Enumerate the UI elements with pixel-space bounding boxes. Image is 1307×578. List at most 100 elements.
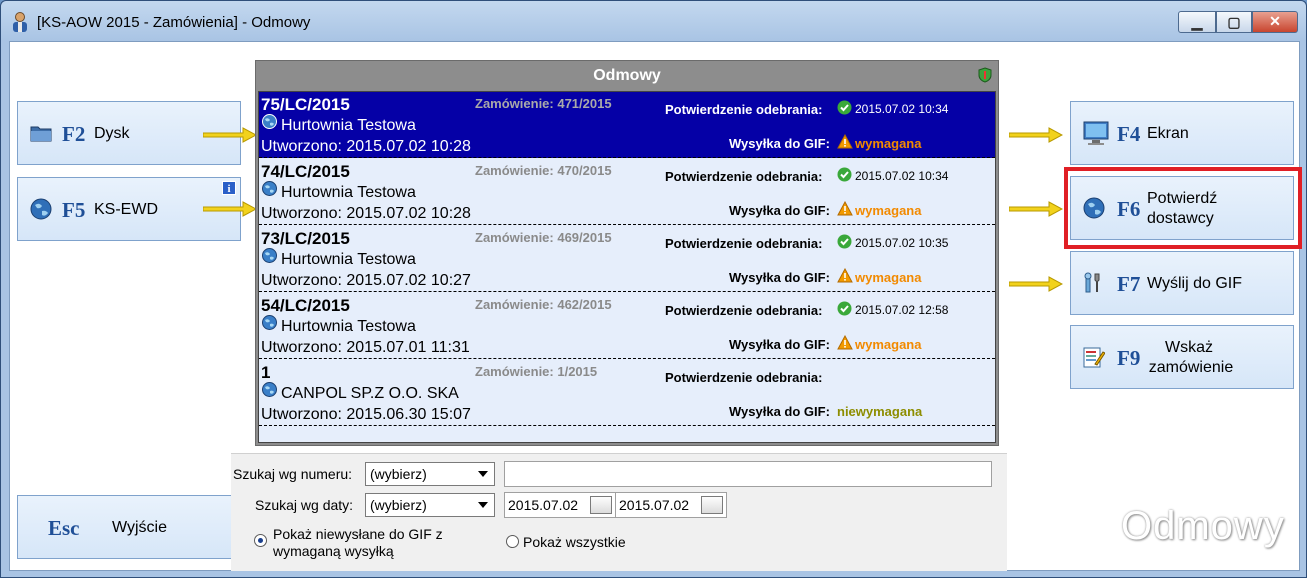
row-number: 54/LC/2015: [261, 296, 350, 315]
arrow-right-icon: [1009, 201, 1063, 217]
f7-send-gif-button[interactable]: F7 Wyślij do GIF: [1070, 251, 1294, 315]
row-gif-label: Wysyłka do GIF:: [729, 136, 830, 151]
info-icon[interactable]: i: [222, 181, 236, 195]
globe-icon: [262, 248, 277, 263]
close-button[interactable]: ✕: [1252, 11, 1298, 33]
search-by-number-select[interactable]: (wybierz): [365, 462, 495, 486]
f5-label: KS-EWD: [94, 201, 158, 218]
f4-screen-button[interactable]: F4 Ekran: [1070, 101, 1294, 165]
row-created: Utworzono: 2015.07.02 10:28: [261, 138, 471, 155]
date-to-input[interactable]: 2015.07.02: [615, 492, 727, 518]
esc-label: Wyjście: [112, 519, 167, 536]
arrow-right-icon: [1009, 127, 1063, 143]
row-confirmation-value: 2015.07.02 10:34: [855, 169, 949, 183]
maximize-icon: ▢: [1227, 14, 1241, 30]
row-supplier: Hurtownia Testowa: [281, 117, 416, 134]
arrow-right-icon: [203, 127, 257, 143]
check-icon: [837, 100, 852, 115]
folder-icon: [30, 126, 52, 142]
globe-icon: [262, 114, 277, 129]
row-confirmation-label: Potwierdzenie odebrania:: [665, 303, 823, 318]
check-icon: [837, 167, 852, 182]
arrow-right-icon: [1009, 276, 1063, 292]
f4-label: Ekran: [1147, 125, 1189, 142]
date-from-value: 2015.07.02: [508, 497, 579, 513]
row-number: 73/LC/2015: [261, 229, 350, 248]
radio-show-all[interactable]: [506, 535, 519, 548]
row-confirmation-value: 2015.07.02 10:35: [855, 236, 949, 250]
row-confirmation-value: 2015.07.02 12:58: [855, 303, 949, 317]
tools-icon: [1084, 272, 1100, 293]
radio-unsent-required-label-line2: wymaganą wysyłką: [273, 543, 394, 559]
chevron-down-icon: [478, 471, 488, 477]
row-confirmation-label: Potwierdzenie odebrania:: [665, 102, 823, 117]
row-number: 74/LC/2015: [261, 162, 350, 181]
row-supplier: Hurtownia Testowa: [281, 184, 416, 201]
row-confirmation-label: Potwierdzenie odebrania:: [665, 370, 823, 385]
table-row[interactable]: 73/LC/2015 Zamówienie: 469/2015 Hurtowni…: [259, 226, 995, 292]
f9-select-order-button[interactable]: F9 Wskaż zamówienie: [1070, 325, 1294, 389]
radio-unsent-required-label-line1: Pokaż niewysłane do GIF z: [273, 526, 443, 542]
app-window: [KS-AOW 2015 - Zamówienia] - Odmowy ▁ ▢ …: [0, 0, 1307, 578]
arrow-right-icon: [203, 201, 257, 217]
search-by-date-select[interactable]: (wybierz): [365, 493, 495, 517]
row-confirmation-value: 2015.07.02 10:34: [855, 102, 949, 116]
esc-exit-button[interactable]: Esc Wyjście: [17, 495, 241, 559]
title-bar[interactable]: [KS-AOW 2015 - Zamówienia] - Odmowy ▁ ▢ …: [1, 1, 1306, 41]
app-user-icon: [13, 12, 27, 32]
row-created: Utworzono: 2015.07.02 10:27: [261, 272, 471, 289]
window-title: [KS-AOW 2015 - Zamówienia] - Odmowy: [37, 14, 311, 31]
row-gif-value: wymagana: [855, 337, 922, 352]
f2-label: Dysk: [94, 125, 130, 142]
f9-label-line1: Wskaż: [1165, 339, 1213, 356]
f7-key-label: F7: [1117, 272, 1141, 296]
date-to-value: 2015.07.02: [619, 497, 690, 513]
esc-key-label: Esc: [48, 516, 80, 540]
row-gif-value: niewymagana: [837, 404, 923, 419]
monitor-icon: [1083, 121, 1109, 145]
row-created: Utworzono: 2015.06.30 15:07: [261, 406, 471, 423]
row-gif-value: wymagana: [855, 203, 922, 218]
row-created: Utworzono: 2015.07.02 10:28: [261, 205, 471, 222]
f9-key-label: F9: [1117, 346, 1141, 370]
date-from-input[interactable]: 2015.07.02: [504, 492, 616, 518]
check-icon: [837, 301, 852, 316]
row-gif-label: Wysyłka do GIF:: [729, 404, 830, 419]
shield-icon: [978, 67, 992, 83]
row-gif-value: wymagana: [855, 136, 922, 151]
calendar-icon[interactable]: [701, 496, 723, 514]
radio-unsent-required[interactable]: [254, 534, 267, 547]
row-order: Zamówienie: 469/2015: [475, 230, 612, 245]
edit-form-icon: [1083, 347, 1105, 368]
row-gif-label: Wysyłka do GIF:: [729, 203, 830, 218]
calendar-icon[interactable]: [590, 496, 612, 514]
warning-icon: [837, 335, 853, 350]
row-supplier: Hurtownia Testowa: [281, 318, 416, 335]
globe-icon: [262, 315, 277, 330]
row-supplier: CANPOL SP.Z O.O. SKA: [281, 385, 459, 402]
maximize-button[interactable]: ▢: [1216, 11, 1252, 33]
minimize-button[interactable]: ▁: [1178, 11, 1216, 33]
row-order: Zamówienie: 470/2015: [475, 163, 612, 178]
close-icon: ✕: [1269, 13, 1281, 29]
screen-watermark: Odmowy: [1121, 504, 1285, 548]
warning-icon: [837, 268, 853, 283]
check-icon: [837, 234, 852, 249]
minimize-icon: ▁: [1191, 14, 1203, 30]
table-row[interactable]: 75/LC/2015 Zamówienie: 471/2015 Hurtowni…: [259, 92, 995, 158]
radio-show-all-label: Pokaż wszystkie: [523, 534, 626, 550]
search-by-date-label: Szukaj wg daty:: [255, 497, 354, 513]
table-row[interactable]: 74/LC/2015 Zamówienie: 470/2015 Hurtowni…: [259, 159, 995, 225]
row-confirmation-label: Potwierdzenie odebrania:: [665, 169, 823, 184]
row-order: Zamówienie: 462/2015: [475, 297, 612, 312]
list-body[interactable]: 75/LC/2015 Zamówienie: 471/2015 Hurtowni…: [258, 91, 996, 443]
row-order: Zamówienie: 1/2015: [475, 364, 598, 379]
warning-icon: [837, 201, 853, 216]
warning-icon: [837, 134, 853, 149]
search-number-input[interactable]: [504, 461, 992, 487]
table-row[interactable]: 1 Zamówienie: 1/2015 CANPOL SP.Z O.O. SK…: [259, 360, 995, 426]
f2-key-label: F2: [62, 122, 86, 146]
table-row[interactable]: 54/LC/2015 Zamówienie: 462/2015 Hurtowni…: [259, 293, 995, 359]
row-supplier: Hurtownia Testowa: [281, 251, 416, 268]
globe-icon: [30, 198, 52, 220]
